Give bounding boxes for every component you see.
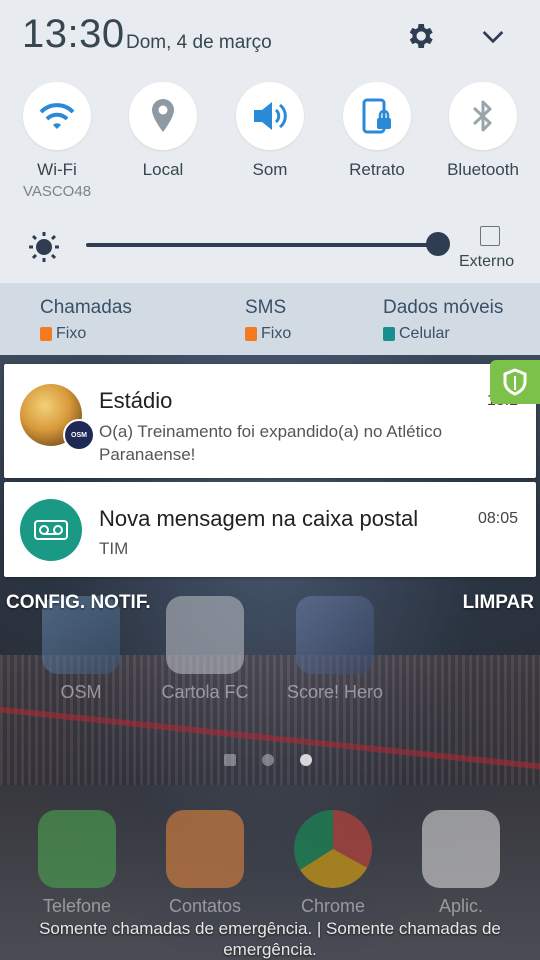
external-checkbox[interactable] xyxy=(480,226,500,246)
sim-sms-title: SMS xyxy=(245,297,287,318)
gear-icon[interactable] xyxy=(402,18,438,54)
toggle-portrait[interactable]: Retrato xyxy=(322,82,432,180)
notification-time: 08:05 xyxy=(477,510,518,527)
brightness-icon xyxy=(28,231,60,268)
quick-settings-panel: 13:30 Dom, 4 de março Wi-Fi VASCO48 Loca… xyxy=(0,0,540,283)
chrome-icon xyxy=(294,810,372,888)
location-pin-icon xyxy=(152,99,174,132)
clock: 13:30 xyxy=(22,12,125,56)
app-label: Chrome xyxy=(300,896,366,916)
page-dot xyxy=(262,754,274,766)
app-cartola[interactable]: Cartola FC xyxy=(150,596,260,703)
page-indicator xyxy=(224,754,312,766)
sim-sms-value: Fixo xyxy=(261,325,292,342)
toggle-wifi[interactable]: Wi-Fi VASCO48 xyxy=(2,82,112,200)
date: Dom, 4 de março xyxy=(126,32,272,53)
contacts-icon xyxy=(166,810,244,888)
location-toggle-circle xyxy=(129,82,197,150)
clear-all-button[interactable]: LIMPAR xyxy=(463,592,534,614)
wifi-icon xyxy=(39,103,75,129)
sim-data-value: Celular xyxy=(399,325,450,342)
sim-preferences-row: Chamadas Fixo SMS Fixo Dados móveis Celu… xyxy=(0,283,540,355)
app-label: Cartola FC xyxy=(161,682,249,702)
sim-calls-value: Fixo xyxy=(56,325,87,342)
external-label: Externo xyxy=(459,253,515,270)
app-label: Contatos xyxy=(168,896,242,916)
home-page-dot xyxy=(224,754,236,766)
notification-title: Nova mensagem na caixa postal xyxy=(99,506,419,531)
chevron-down-icon[interactable] xyxy=(475,18,511,54)
osm-badge-icon: OSM xyxy=(63,419,95,451)
sim-calls-title: Chamadas xyxy=(40,297,132,318)
portrait-lock-icon xyxy=(362,98,391,134)
top-hat-icon xyxy=(166,596,244,674)
toggle-label: Bluetooth xyxy=(447,160,519,179)
toggle-label: Som xyxy=(252,160,288,179)
sim-card-icon xyxy=(40,327,52,341)
brightness-slider[interactable] xyxy=(86,232,450,256)
dock-contacts[interactable]: Contatos xyxy=(150,810,260,917)
notification-settings-button[interactable]: CONFIG. NOTIF. xyxy=(6,592,151,614)
sim-sms[interactable]: SMS Fixo xyxy=(245,297,291,343)
toggle-label: Local xyxy=(142,160,184,179)
toggle-sound[interactable]: Som xyxy=(215,82,325,180)
page-dot-active xyxy=(300,754,312,766)
wifi-toggle-circle xyxy=(23,82,91,150)
sound-toggle-circle xyxy=(236,82,304,150)
sim-data[interactable]: Dados móveis Celular xyxy=(383,297,503,343)
sim-data-title: Dados móveis xyxy=(383,297,504,318)
dock-apps[interactable]: Aplic. xyxy=(406,810,516,917)
app-label: Telefone xyxy=(42,896,112,916)
bluetooth-toggle-circle xyxy=(449,82,517,150)
dock-phone[interactable]: Telefone xyxy=(22,810,132,917)
notification-osm[interactable]: OSM Estádio 13:2 O(a) Treinamento foi ex… xyxy=(4,364,536,478)
apps-grid-icon xyxy=(422,810,500,888)
toggle-label: Wi-Fi xyxy=(37,160,77,179)
notification-body: O(a) Treinamento foi expandido(a) no Atl… xyxy=(99,422,443,464)
speaker-icon xyxy=(254,102,287,130)
notification-body: TIM xyxy=(99,539,129,558)
sim-card-icon xyxy=(245,327,257,341)
notification-title: Estádio xyxy=(99,388,173,413)
app-label: Score! Hero xyxy=(286,682,384,702)
sim-calls[interactable]: Chamadas Fixo xyxy=(40,297,132,343)
app-label: Aplic. xyxy=(438,896,483,916)
toggle-label: Retrato xyxy=(349,160,405,179)
shield-icon[interactable] xyxy=(490,360,540,404)
toggle-bluetooth[interactable]: Bluetooth xyxy=(428,82,538,180)
score-hero-app-icon xyxy=(296,596,374,674)
notification-voicemail[interactable]: Nova mensagem na caixa postal 08:05 TIM xyxy=(4,482,536,577)
bluetooth-icon xyxy=(472,100,492,132)
dock-chrome[interactable]: Chrome xyxy=(278,810,388,917)
voicemail-icon xyxy=(20,499,82,561)
portrait-toggle-circle xyxy=(343,82,411,150)
emergency-calls-only: Somente chamadas de emergência. | Soment… xyxy=(39,919,501,959)
brightness-slider-knob[interactable] xyxy=(426,232,450,256)
app-label: OSM xyxy=(60,682,102,702)
sim-card-icon xyxy=(383,327,395,341)
wifi-network-name: VASCO48 xyxy=(22,183,92,200)
toggle-location[interactable]: Local xyxy=(108,82,218,180)
phone-icon xyxy=(38,810,116,888)
app-score-hero[interactable]: Score! Hero xyxy=(280,596,390,703)
